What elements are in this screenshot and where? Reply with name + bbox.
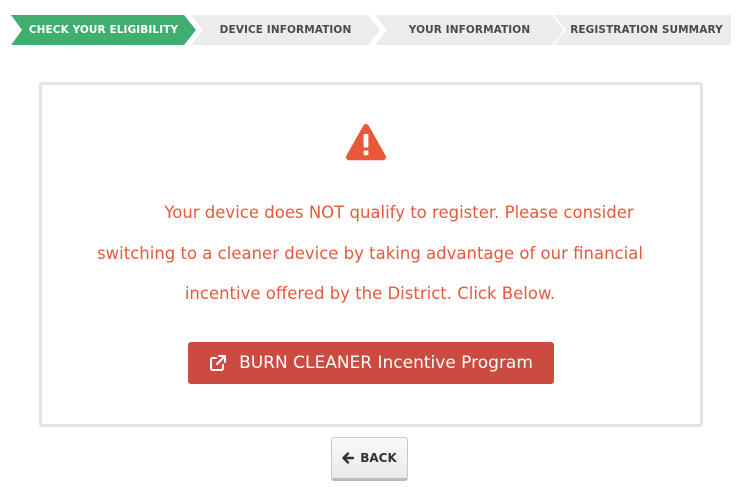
external-link-icon [210,355,227,371]
step-registration-summary[interactable]: REGISTRATION SUMMARY [554,15,731,45]
progress-stepper: CHECK YOUR ELIGIBILITY DEVICE INFORMATIO… [11,15,731,45]
step-your-information[interactable]: YOUR INFORMATION [375,15,564,45]
step-device-information[interactable]: DEVICE INFORMATION [191,15,380,45]
back-button[interactable]: BACK [331,437,408,481]
warning-triangle-icon [345,124,387,161]
burn-cleaner-incentive-button[interactable]: BURN CLEANER Incentive Program [188,342,554,384]
back-button-label: BACK [360,451,397,465]
step-label: REGISTRATION SUMMARY [570,24,723,36]
step-label: CHECK YOUR ELIGIBILITY [28,24,179,36]
arrow-left-icon [342,452,355,464]
message-line-2: switching to a cleaner device by taking … [97,243,643,263]
incentive-button-label: BURN CLEANER Incentive Program [239,353,533,373]
step-label: DEVICE INFORMATION [219,24,352,36]
page: CHECK YOUR ELIGIBILITY DEVICE INFORMATIO… [0,0,742,500]
step-check-eligibility[interactable]: CHECK YOUR ELIGIBILITY [11,15,196,45]
message-line-3: incentive offered by the District. Click… [184,284,556,303]
message-line-1: Your device does NOT qualify to register… [164,203,634,222]
step-label: YOUR INFORMATION [408,24,531,36]
ineligible-message: Your device does NOT qualify to register… [80,193,660,315]
